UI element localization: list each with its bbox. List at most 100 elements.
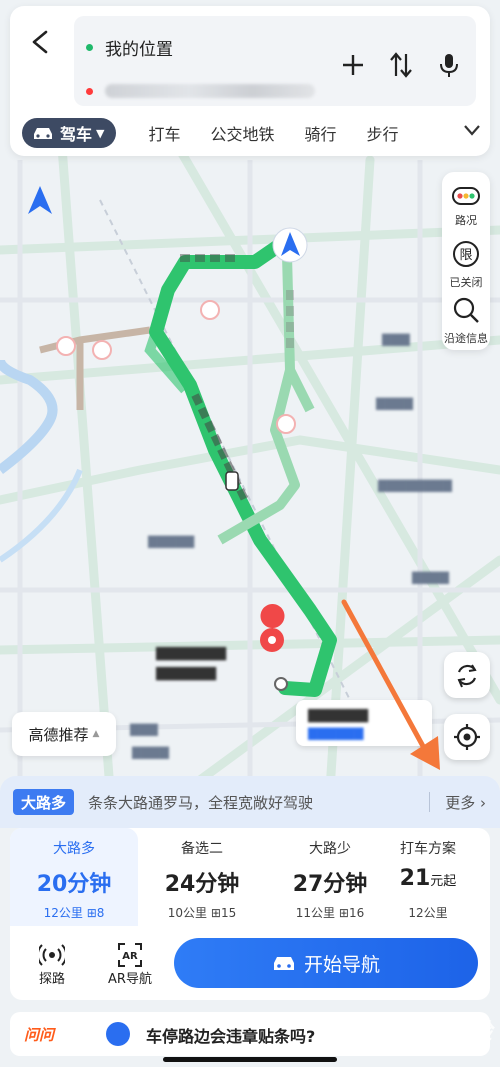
chevron-down-icon	[464, 125, 480, 136]
locate-me-button[interactable]	[444, 714, 490, 760]
route-label: 大路多	[53, 841, 95, 857]
more-label: 更多	[445, 794, 476, 812]
along-route-info-button[interactable]: 沿途信息	[442, 296, 490, 346]
caret-down-icon: ▼	[96, 126, 105, 140]
map-label: ▇▇▇	[382, 332, 410, 346]
start-location-field[interactable]: 我的位置	[86, 34, 173, 60]
traffic-icon	[452, 187, 480, 205]
ar-nav-label: AR导航	[108, 972, 152, 987]
destination-label: ▇▇▇▇▇▇▇	[156, 646, 226, 661]
tab-drive-label: 驾车	[60, 125, 93, 144]
taxi-price-unit: 元起	[430, 874, 457, 889]
chevron-right-icon: ›	[480, 794, 486, 812]
along-route-label: 沿途信息	[444, 332, 488, 345]
route-hint-bar[interactable]: 大路多 条条大路通罗马，全程宽敞好驾驶 更多 ›	[0, 776, 500, 828]
traffic-toggle[interactable]: 路况	[442, 186, 490, 228]
route-time: 20分钟	[36, 872, 112, 897]
ar-nav-button[interactable]: AR AR导航	[94, 942, 166, 987]
end-location-blurred	[105, 84, 315, 98]
add-waypoint-button[interactable]	[340, 52, 366, 78]
route-hint-text: 条条大路通罗马，全程宽敞好驾驶	[88, 794, 314, 812]
qa-question: 车停路边会违章贴条吗?	[146, 1027, 316, 1046]
swap-icon	[390, 52, 412, 78]
explore-icon	[39, 944, 65, 966]
destination-callout[interactable]: ▇▇▇▇▇▇ ▇▇▇▇▇▇	[296, 700, 432, 746]
map-label: ▇▇▇▇	[132, 745, 169, 759]
tab-drive[interactable]: 驾车 ▼	[22, 118, 117, 148]
start-location-text: 我的位置	[105, 39, 173, 60]
route-lights: 8	[96, 906, 105, 920]
route-tag-badge: 大路多	[13, 789, 75, 815]
restriction-label: 已关闭	[449, 276, 483, 289]
map-layers-panel: 路况 限 已关闭 沿途信息	[442, 172, 490, 350]
map-label: ▇▇▇▇▇	[148, 534, 195, 548]
route-option-1[interactable]: 大路多 20分钟 12公里 ⊞8	[10, 828, 138, 926]
route-label: 备选二	[181, 841, 223, 857]
ar-icon: AR	[118, 943, 142, 967]
route-inputs: 我的位置	[74, 16, 476, 106]
traffic-light-icon: ⊞	[86, 906, 97, 920]
more-modes-button[interactable]	[462, 121, 482, 142]
destination-label: ▇▇▇▇▇▇	[156, 666, 216, 681]
route-time: 24分钟	[164, 872, 240, 897]
route-preference-label: 高德推荐	[28, 725, 89, 744]
car-icon	[273, 957, 294, 970]
tab-transit[interactable]: 公交地铁	[211, 121, 275, 145]
route-distance: 12公里	[43, 906, 83, 920]
traffic-light-icon: ⊞	[338, 906, 349, 920]
back-button[interactable]	[26, 24, 54, 60]
watermark-text: Bai经验	[408, 1020, 492, 1045]
route-preference-button[interactable]: 高德推荐 ▲	[12, 712, 116, 756]
route-lights: 15	[220, 906, 237, 920]
locate-icon	[454, 724, 480, 750]
route-distance: 10公里	[167, 906, 208, 920]
watermark: Bai经验	[409, 1014, 492, 1046]
travel-mode-tabs: 驾车 ▼ 打车 公交地铁 骑行 步行	[22, 118, 482, 148]
traffic-light-icon: ⊞	[210, 906, 221, 920]
qa-logo: 问问	[24, 1026, 55, 1044]
end-dot-icon	[86, 87, 93, 95]
refresh-route-button[interactable]	[444, 652, 490, 698]
route-distance: 11公里	[295, 906, 336, 920]
restriction-glyph: 限	[459, 248, 472, 263]
home-indicator[interactable]	[163, 1057, 337, 1062]
route-option-2[interactable]: 备选二 24分钟 10公里 ⊞15	[138, 828, 266, 926]
qa-avatar-icon	[106, 1022, 130, 1046]
route-options-card: 大路多 20分钟 12公里 ⊞8 备选二 24分钟 10公里 ⊞15 大路少 2…	[10, 828, 490, 1000]
voice-input-button[interactable]	[436, 52, 462, 78]
map-label: ▇▇▇	[130, 722, 158, 736]
tab-taxi[interactable]: 打车	[148, 121, 180, 145]
swap-route-button[interactable]	[388, 52, 414, 78]
route-label: 打车方案	[400, 841, 456, 857]
tab-bike[interactable]: 骑行	[305, 121, 337, 145]
mic-icon	[440, 54, 458, 77]
route-meta: 10公里 ⊞15	[138, 904, 266, 921]
chevron-left-icon	[32, 30, 48, 54]
taxi-price-value: 21	[399, 866, 431, 891]
svg-text:AR: AR	[122, 951, 138, 962]
route-meta: 12公里 ⊞8	[10, 904, 138, 921]
route-distance: 12公里	[408, 906, 448, 920]
map-label: ▇▇▇▇	[412, 570, 449, 584]
taxi-price: 21元起	[366, 866, 490, 891]
restriction-toggle[interactable]: 限 已关闭	[442, 240, 490, 290]
route-lights: 16	[348, 906, 365, 920]
tab-walk[interactable]: 步行	[367, 121, 399, 145]
explore-button[interactable]: 探路	[20, 942, 84, 987]
more-routes-link[interactable]: 更多 ›	[445, 792, 486, 813]
destination-callout-sub: ▇▇▇▇▇▇	[308, 726, 364, 740]
caret-up-icon: ▲	[92, 729, 100, 739]
car-icon	[34, 128, 52, 139]
start-dot-icon	[86, 43, 93, 51]
divider	[429, 792, 430, 812]
search-icon	[453, 297, 479, 323]
add-icon	[343, 55, 363, 75]
end-location-field[interactable]	[86, 78, 315, 104]
refresh-icon	[457, 664, 477, 688]
map-label: ▇▇▇▇	[376, 396, 413, 410]
map-label: ▇▇▇▇▇▇▇▇	[378, 478, 452, 492]
start-navigation-button[interactable]: 开始导航	[174, 938, 478, 988]
taxi-option[interactable]: 打车方案 21元起 12公里	[366, 828, 490, 926]
start-navigation-label: 开始导航	[303, 953, 380, 976]
explore-label: 探路	[38, 972, 65, 987]
